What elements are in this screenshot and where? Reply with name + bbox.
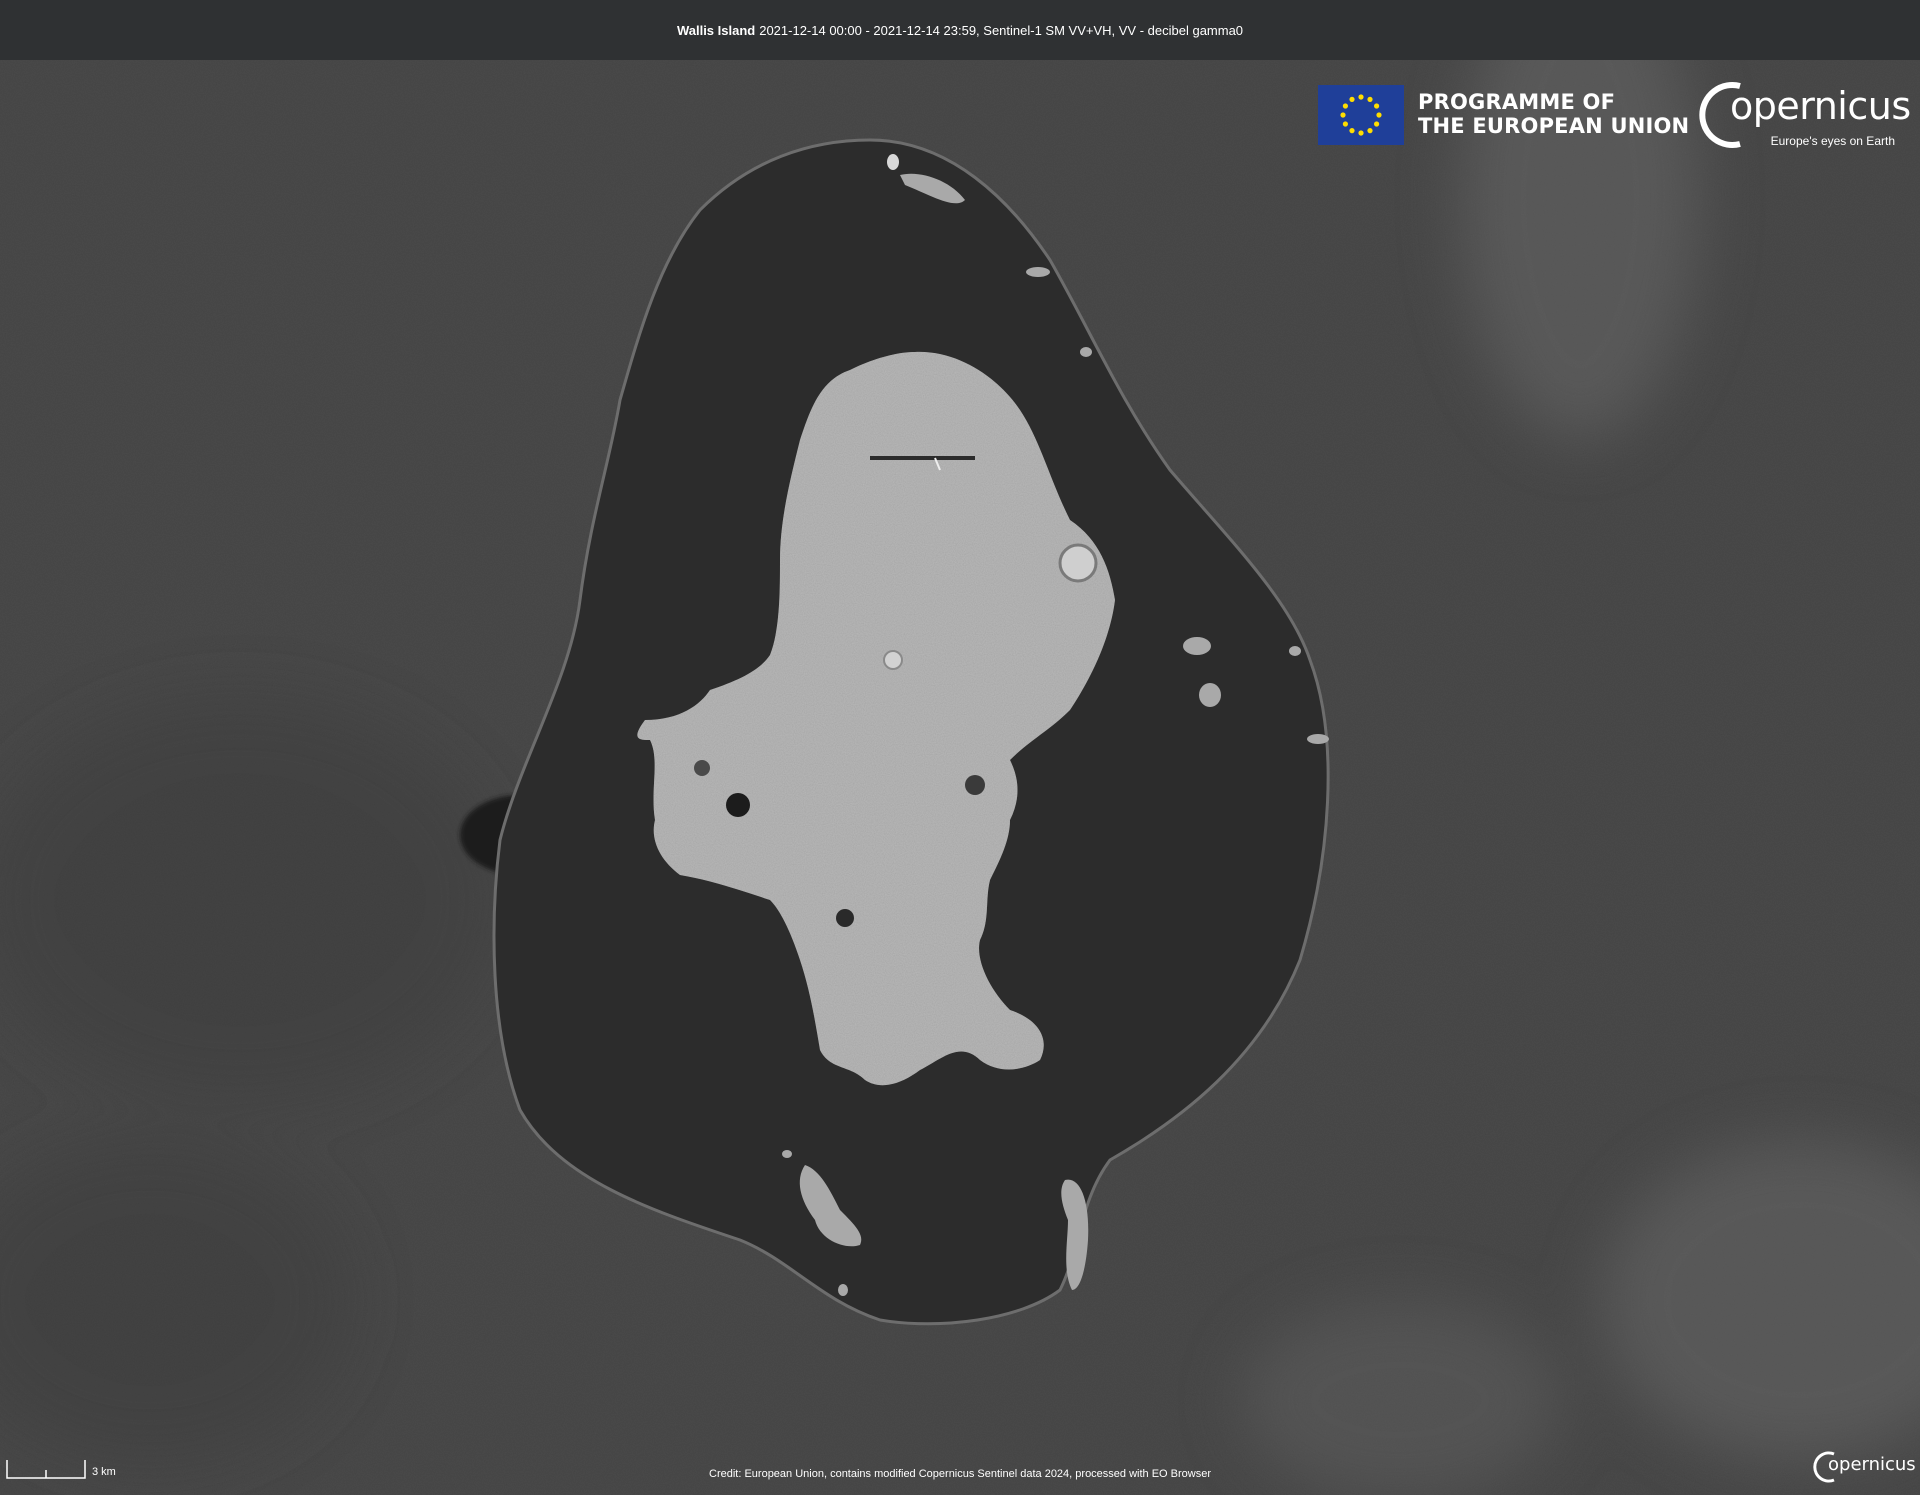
title-details: 2021-12-14 00:00 - 2021-12-14 23:59, Sen… [759,22,1244,38]
copernicus-small-logo: opernicus [1812,1450,1916,1484]
credit-text: Credit: European Union, contains modifie… [709,1468,1211,1480]
copernicus-logo: opernicus Europe's eyes on Earth [1696,78,1911,152]
copernicus-tagline: Europe's eyes on Earth [1770,134,1895,148]
eu-line-1: PROGRAMME OF [1418,90,1616,114]
sar-map-image [0,0,1920,1495]
eu-line-2: THE EUROPEAN UNION [1418,114,1690,138]
copernicus-small-wordmark: opernicus [1828,1454,1916,1475]
image-title-bar: Wallis Island 2021-12-14 00:00 - 2021-12… [0,0,1920,60]
eu-programme-text: PROGRAMME OF THE EUROPEAN UNION [1418,90,1689,138]
title-place: Wallis Island [676,22,756,38]
eu-programme-logo: PROGRAMME OF THE EUROPEAN UNION [1316,84,1689,144]
copernicus-wordmark: opernicus [1730,84,1911,128]
